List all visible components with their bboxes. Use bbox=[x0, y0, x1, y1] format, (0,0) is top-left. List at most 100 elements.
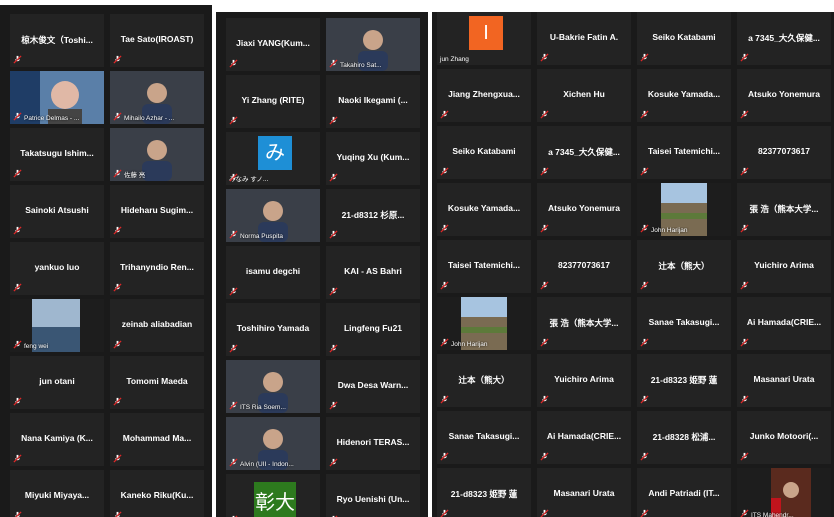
muted-mic-icon bbox=[640, 338, 649, 347]
muted-mic-icon bbox=[640, 452, 649, 461]
participant-tile[interactable]: Seiko Katabami bbox=[437, 126, 531, 179]
participant-tile[interactable]: Atsuko Yonemura bbox=[737, 69, 831, 122]
muted-mic-icon bbox=[229, 173, 238, 182]
participant-tile[interactable]: Takahiro Sat... bbox=[326, 18, 420, 71]
participant-tile[interactable]: 21-d8328 松浦... bbox=[637, 411, 731, 464]
participant-name: ITS Mahendr... bbox=[751, 512, 794, 517]
participant-tile[interactable]: Takatsugu Ishim... bbox=[10, 128, 104, 181]
participant-name: Seiko Katabami bbox=[652, 32, 716, 42]
participant-tile[interactable]: U-Bakrie Fatin A. bbox=[537, 12, 631, 65]
participant-tile[interactable]: a 7345_大久保健... bbox=[737, 12, 831, 65]
participant-tile[interactable]: Tae Sato(IROAST) bbox=[110, 14, 204, 67]
participant-tile[interactable]: 21-d8323 姫野 蓮 bbox=[637, 354, 731, 407]
participant-tile[interactable]: John Harijan bbox=[437, 297, 531, 350]
participant-tile[interactable]: Yi Zhang (RITE) bbox=[226, 75, 320, 128]
muted-mic-icon bbox=[229, 287, 238, 296]
participant-tile[interactable]: Yuqing Xu (Kum... bbox=[326, 132, 420, 185]
participant-tile[interactable]: feng wei bbox=[10, 299, 104, 352]
participant-tile[interactable]: Alvin (UII - Indon... bbox=[226, 417, 320, 470]
muted-mic-icon bbox=[440, 110, 449, 119]
participant-tile[interactable]: 21-d8312 杉原... bbox=[326, 189, 420, 242]
participant-tile[interactable]: Dwa Desa Warn... bbox=[326, 360, 420, 413]
muted-mic-icon bbox=[113, 169, 122, 178]
participant-tile[interactable]: jun otani bbox=[10, 356, 104, 409]
muted-mic-icon bbox=[113, 511, 122, 517]
participant-name: Mohammad Ma... bbox=[122, 433, 192, 443]
muted-mic-icon bbox=[329, 230, 338, 239]
participant-tile[interactable]: Jiang Zhengxua... bbox=[437, 69, 531, 122]
participant-name: Norma Puspita bbox=[240, 233, 283, 240]
muted-mic-icon bbox=[740, 395, 749, 404]
participant-name: Kosuke Yamada... bbox=[647, 89, 721, 99]
participant-tile[interactable]: Junko Motoori(... bbox=[737, 411, 831, 464]
participant-tile[interactable]: Naoki Ikegami (... bbox=[326, 75, 420, 128]
participant-tile[interactable]: 21-d8323 姫野 蓮 bbox=[437, 468, 531, 517]
participant-tile[interactable]: Yuichiro Arima bbox=[537, 354, 631, 407]
muted-mic-icon bbox=[740, 224, 749, 233]
participant-tile[interactable]: Sainoki Atsushi bbox=[10, 185, 104, 238]
participant-tile[interactable]: Hidenori TERAS... bbox=[326, 417, 420, 470]
participant-tile[interactable]: Atsuko Yonemura bbox=[537, 183, 631, 236]
participant-tile[interactable]: 82377073617 bbox=[537, 240, 631, 293]
participant-tile[interactable]: zeinab aliabadian bbox=[110, 299, 204, 352]
participant-name: Sainoki Atsushi bbox=[25, 205, 89, 215]
gallery-panel-right: Ijun Zhang U-Bakrie Fatin A. Seiko Katabam… bbox=[432, 12, 834, 517]
participant-tile[interactable]: Ai Hamada(CRIE... bbox=[537, 411, 631, 464]
participant-tile[interactable]: みみなみ すノ... bbox=[226, 132, 320, 185]
participant-tile[interactable]: Tomomi Maeda bbox=[110, 356, 204, 409]
participant-tile[interactable]: a 7345_大久保健... bbox=[537, 126, 631, 179]
participant-tile[interactable]: Nana Kamiya (K... bbox=[10, 413, 104, 466]
participant-tile[interactable]: isamu degchi bbox=[226, 246, 320, 299]
muted-mic-icon bbox=[440, 224, 449, 233]
participant-tile[interactable]: Masanari Urata bbox=[537, 468, 631, 517]
participant-tile[interactable]: Ijun Zhang bbox=[437, 12, 531, 65]
participant-tile[interactable]: Trihanyndio Ren... bbox=[110, 242, 204, 295]
participant-name: John Harijan bbox=[651, 227, 688, 234]
participant-tile[interactable]: Yuichiro Arima bbox=[737, 240, 831, 293]
participant-tile[interactable]: Ai Hamada(CRIE... bbox=[737, 297, 831, 350]
participant-tile[interactable]: Kaneko Riku(Ku... bbox=[110, 470, 204, 517]
participant-tile[interactable]: Andi Patriadi (IT... bbox=[637, 468, 731, 517]
participant-name: Nana Kamiya (K... bbox=[21, 433, 93, 443]
participant-tile[interactable]: 椋木俊文（Toshi... bbox=[10, 14, 104, 67]
participant-name: Ryo Uenishi (Un... bbox=[336, 494, 410, 504]
participant-tile[interactable]: Sanae Takasugi... bbox=[637, 297, 731, 350]
participant-tile[interactable]: Jiaxi YANG(Kum... bbox=[226, 18, 320, 71]
participant-tile[interactable]: Toshihiro Yamada bbox=[226, 303, 320, 356]
participant-tile[interactable]: Mihailo Azhar - ... bbox=[110, 71, 204, 124]
participant-tile[interactable]: Ryo Uenishi (Un... bbox=[326, 474, 420, 517]
participant-tile[interactable]: Mohammad Ma... bbox=[110, 413, 204, 466]
participant-tile[interactable]: Xichen Hu bbox=[537, 69, 631, 122]
participant-name: Masanari Urata bbox=[553, 488, 615, 498]
participant-tile[interactable]: Patrice Delmas - ... bbox=[10, 71, 104, 124]
participant-tile[interactable]: ITS Ria Soem... bbox=[226, 360, 320, 413]
participant-tile[interactable]: 82377073617 bbox=[737, 126, 831, 179]
participant-tile[interactable]: Seiko Katabami bbox=[637, 12, 731, 65]
participant-name: Ai Hamada(CRIE... bbox=[746, 317, 822, 327]
participant-name: zeinab aliabadian bbox=[121, 319, 193, 329]
participant-tile[interactable]: Miyuki Miyaya... bbox=[10, 470, 104, 517]
participant-name: Hideharu Sugim... bbox=[120, 205, 194, 215]
participant-tile[interactable]: KAI - AS Bahri bbox=[326, 246, 420, 299]
participant-tile[interactable]: Taisei Tatemichi... bbox=[637, 126, 731, 179]
muted-mic-icon bbox=[329, 287, 338, 296]
participant-tile[interactable]: Taisei Tatemichi... bbox=[437, 240, 531, 293]
participant-tile[interactable]: Sanae Takasugi... bbox=[437, 411, 531, 464]
participant-tile[interactable]: ITS Mahendr... bbox=[737, 468, 831, 517]
participant-tile[interactable]: Lingfeng Fu21 bbox=[326, 303, 420, 356]
participant-tile[interactable]: John Harijan bbox=[637, 183, 731, 236]
participant-tile[interactable]: yankuo luo bbox=[10, 242, 104, 295]
participant-tile[interactable]: Masanari Urata bbox=[737, 354, 831, 407]
participant-tile[interactable]: 張 浩（熊本大学... bbox=[537, 297, 631, 350]
participant-tile[interactable]: 辻本（熊大） bbox=[637, 240, 731, 293]
participant-tile[interactable]: Norma Puspita bbox=[226, 189, 320, 242]
muted-mic-icon bbox=[329, 401, 338, 410]
participant-tile[interactable]: 張 浩（熊本大学... bbox=[737, 183, 831, 236]
participant-name: Taisei Tatemichi... bbox=[448, 260, 520, 270]
participant-tile[interactable]: 辻本（熊大） bbox=[437, 354, 531, 407]
participant-tile[interactable]: 彰大 bbox=[226, 474, 320, 517]
participant-tile[interactable]: Kosuke Yamada... bbox=[637, 69, 731, 122]
participant-tile[interactable]: 佐藤 亮 bbox=[110, 128, 204, 181]
participant-tile[interactable]: Kosuke Yamada... bbox=[437, 183, 531, 236]
participant-tile[interactable]: Hideharu Sugim... bbox=[110, 185, 204, 238]
